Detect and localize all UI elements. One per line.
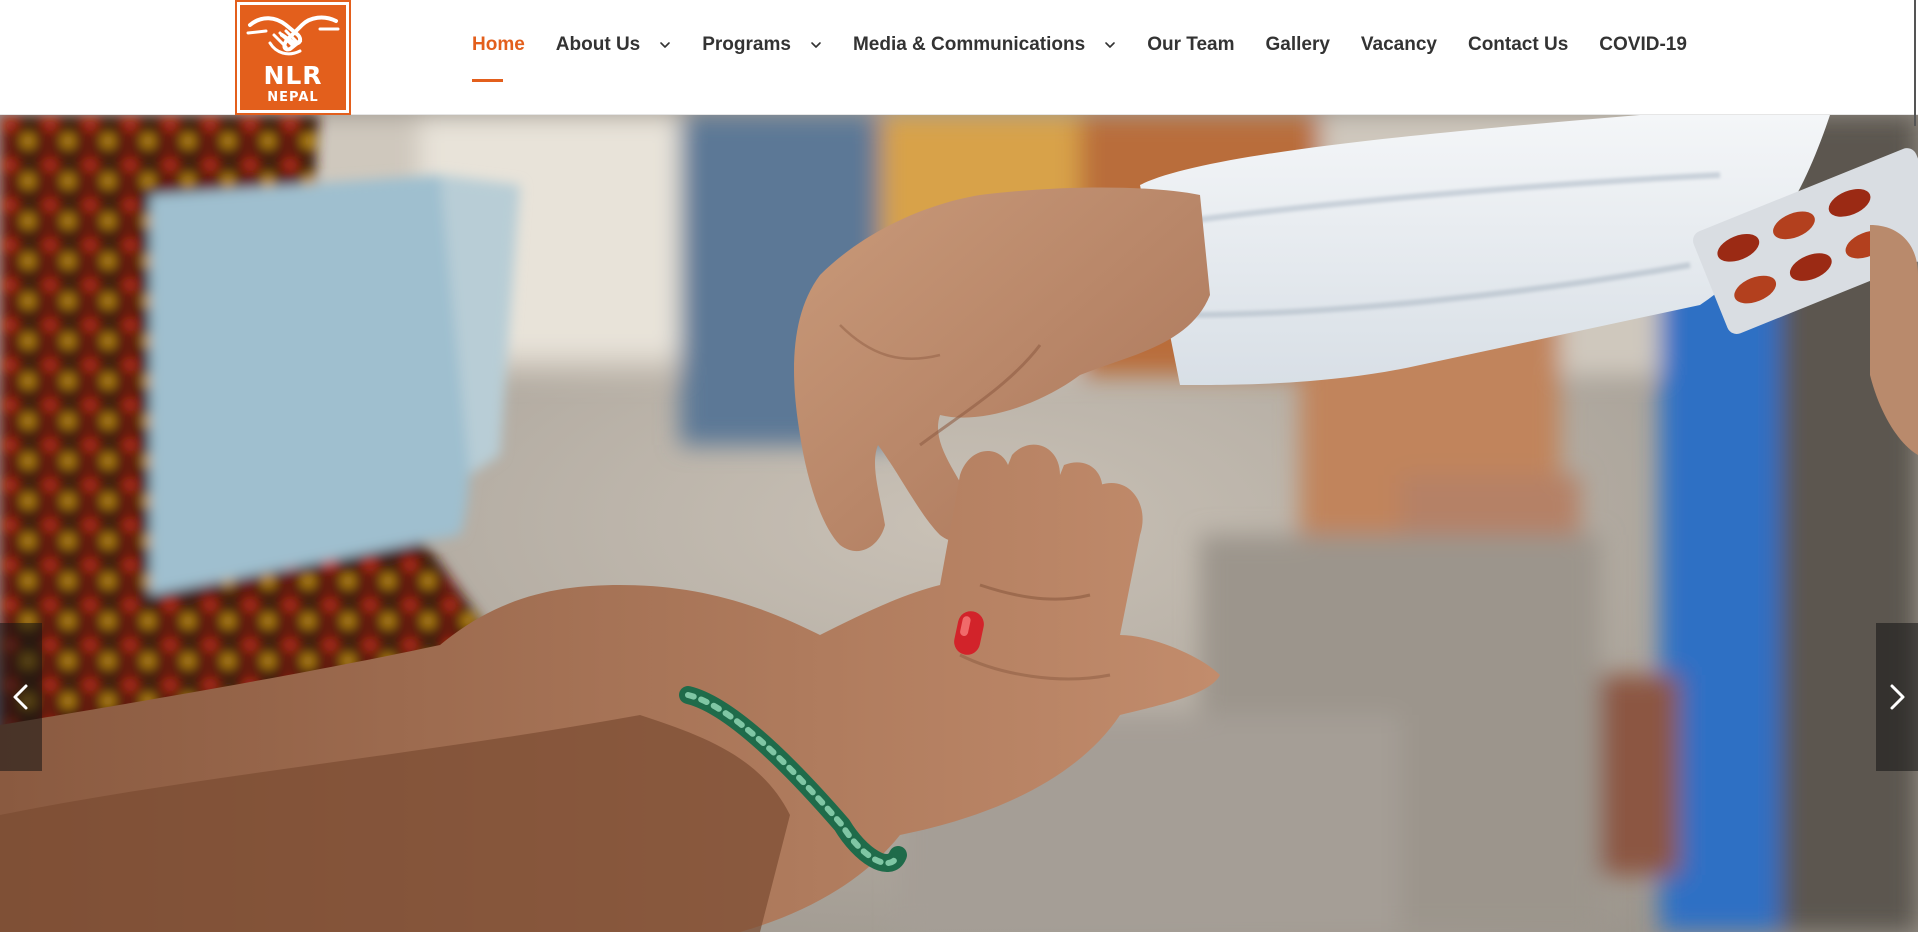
nav-item-label: Media & Communications — [852, 34, 1086, 55]
nav-item-home[interactable]: Home — [472, 34, 525, 82]
logo-text: NLR — [263, 61, 323, 90]
nav-item-label: Vacancy — [1360, 34, 1437, 55]
chevron-left-icon — [13, 684, 28, 710]
nav-item-media-communications[interactable]: Media & Communications — [853, 34, 1116, 56]
nav-item-label: Our Team — [1147, 34, 1235, 55]
nav-item-gallery[interactable]: Gallery — [1265, 34, 1329, 56]
site-logo[interactable]: NLR NEPAL — [235, 0, 351, 115]
page: NLR NEPAL Home About Us Programs Media & Co… — [0, 0, 1918, 932]
hero-slider — [0, 115, 1918, 932]
hero-image — [0, 115, 1918, 932]
chevron-down-icon — [810, 39, 822, 51]
site-header: NLR NEPAL Home About Us Programs Media & Co… — [0, 0, 1918, 126]
nav-item-label: Home — [472, 34, 525, 55]
slider-prev-button[interactable] — [0, 623, 42, 771]
nav-item-label: Programs — [702, 34, 791, 55]
chevron-down-icon — [1104, 39, 1116, 51]
logo-subtext: NEPAL — [267, 90, 319, 105]
nav-item-our-team[interactable]: Our Team — [1147, 34, 1234, 56]
nav-item-label: COVID-19 — [1599, 34, 1687, 55]
chevron-right-icon — [1890, 684, 1905, 710]
nav-item-covid-19[interactable]: COVID-19 — [1599, 34, 1687, 56]
nav-item-contact-us[interactable]: Contact Us — [1468, 34, 1568, 56]
main-nav: Home About Us Programs Media & Communicatio… — [472, 33, 1687, 82]
nav-item-vacancy[interactable]: Vacancy — [1361, 34, 1437, 56]
nav-item-label: About Us — [555, 34, 641, 55]
scrollbar[interactable] — [1914, 0, 1916, 126]
nav-item-about-us[interactable]: About Us — [556, 34, 671, 56]
nav-item-label: Contact Us — [1467, 34, 1569, 55]
slider-next-button[interactable] — [1876, 623, 1918, 771]
nav-item-label: Gallery — [1265, 34, 1330, 55]
nav-item-programs[interactable]: Programs — [702, 34, 822, 56]
chevron-down-icon — [659, 39, 671, 51]
